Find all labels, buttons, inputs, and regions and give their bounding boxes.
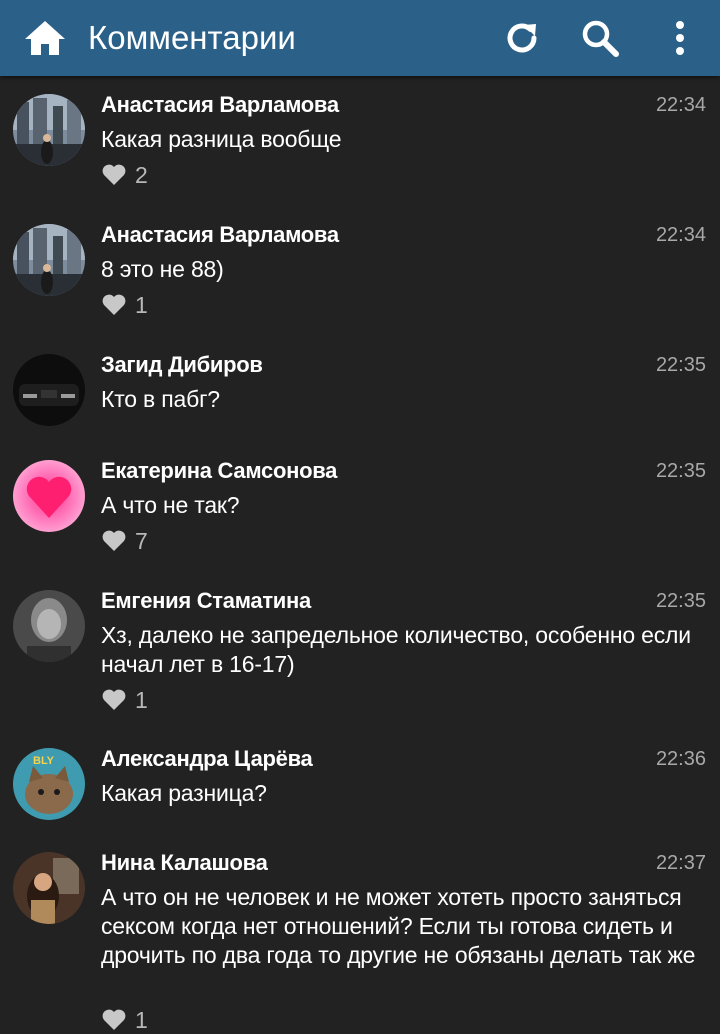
avatar[interactable] <box>13 590 85 662</box>
comment-text: Какая разница? <box>101 780 267 806</box>
comment-time: 22:35 <box>655 460 706 482</box>
comment-author[interactable]: Анастасия Варламова <box>101 92 339 118</box>
avatar[interactable] <box>13 94 85 166</box>
like-button[interactable]: 1 <box>101 685 148 715</box>
comment-text: А что он не человек и не может хотеть пр… <box>101 884 696 968</box>
comment-author[interactable]: Загид Дибиров <box>101 352 263 378</box>
comment-item[interactable]: Емгения Стаматина 22:35 Хз, далеко не за… <box>0 572 720 730</box>
avatar[interactable] <box>13 224 85 296</box>
search-icon <box>582 20 619 57</box>
like-count: 1 <box>135 292 148 318</box>
like-count: 1 <box>135 1007 148 1033</box>
like-button[interactable]: 1 <box>101 290 148 320</box>
search-button[interactable] <box>578 16 622 60</box>
comment-text: 8 это не 88) <box>101 256 224 282</box>
comment-author[interactable]: Екатерина Самсонова <box>101 458 337 484</box>
comment-author[interactable]: Александра Царёва <box>101 746 313 772</box>
page-title: Комментарии <box>88 19 296 56</box>
comment-text: А что не так? <box>101 492 240 518</box>
top-app-bar: Комментарии <box>0 0 720 76</box>
comment-time: 22:34 <box>655 224 706 246</box>
comment-author[interactable]: Нина Калашова <box>101 850 268 876</box>
comment-text: Какая разница вообще <box>101 126 342 152</box>
avatar[interactable] <box>13 354 85 426</box>
comment-time: 22:35 <box>655 354 706 376</box>
heart-icon <box>102 164 126 185</box>
comment-text: Кто в пабг? <box>101 386 220 412</box>
like-count: 2 <box>135 162 148 188</box>
heart-icon <box>102 689 126 710</box>
avatar[interactable] <box>13 460 85 532</box>
more-options-button[interactable] <box>658 16 702 60</box>
comment-author[interactable]: Емгения Стаматина <box>101 588 311 614</box>
avatar[interactable] <box>13 852 85 924</box>
heart-icon <box>102 1009 126 1030</box>
home-icon <box>25 21 65 55</box>
comment-item[interactable]: Загид Дибиров 22:35 Кто в пабг? <box>0 336 720 442</box>
comment-text: Хз, далеко не запредельное количество, о… <box>101 622 691 677</box>
comment-item[interactable]: Екатерина Самсонова 22:35 А что не так? … <box>0 442 720 572</box>
refresh-icon <box>507 23 537 53</box>
refresh-button[interactable] <box>500 16 544 60</box>
comment-time: 22:34 <box>655 94 706 116</box>
comment-time: 22:36 <box>655 748 706 770</box>
comment-item[interactable]: Анастасия Варламова 22:34 Какая разница … <box>0 76 720 206</box>
comment-item[interactable]: BLY Александра Царёва 22:36 Какая разниц… <box>0 730 720 834</box>
comment-author[interactable]: Анастасия Варламова <box>101 222 339 248</box>
like-button[interactable]: 7 <box>101 526 148 556</box>
like-button[interactable]: 2 <box>101 160 148 190</box>
comment-item[interactable]: Анастасия Варламова 22:34 8 это не 88) 1 <box>0 206 720 336</box>
comment-item[interactable]: Нина Калашова 22:37 А что он не человек … <box>0 834 720 1034</box>
heart-icon <box>102 530 126 551</box>
like-button[interactable]: 1 <box>101 1005 148 1034</box>
home-button[interactable] <box>20 17 70 59</box>
comment-list[interactable]: Анастасия Варламова 22:34 Какая разница … <box>0 76 720 1034</box>
avatar-badge: BLY <box>33 755 55 767</box>
like-count: 1 <box>135 687 148 713</box>
like-count: 7 <box>135 528 148 554</box>
heart-icon <box>102 294 126 315</box>
more-vertical-icon <box>676 21 684 55</box>
avatar[interactable]: BLY <box>13 748 85 820</box>
comment-time: 22:35 <box>655 590 706 612</box>
comment-time: 22:37 <box>655 852 706 874</box>
